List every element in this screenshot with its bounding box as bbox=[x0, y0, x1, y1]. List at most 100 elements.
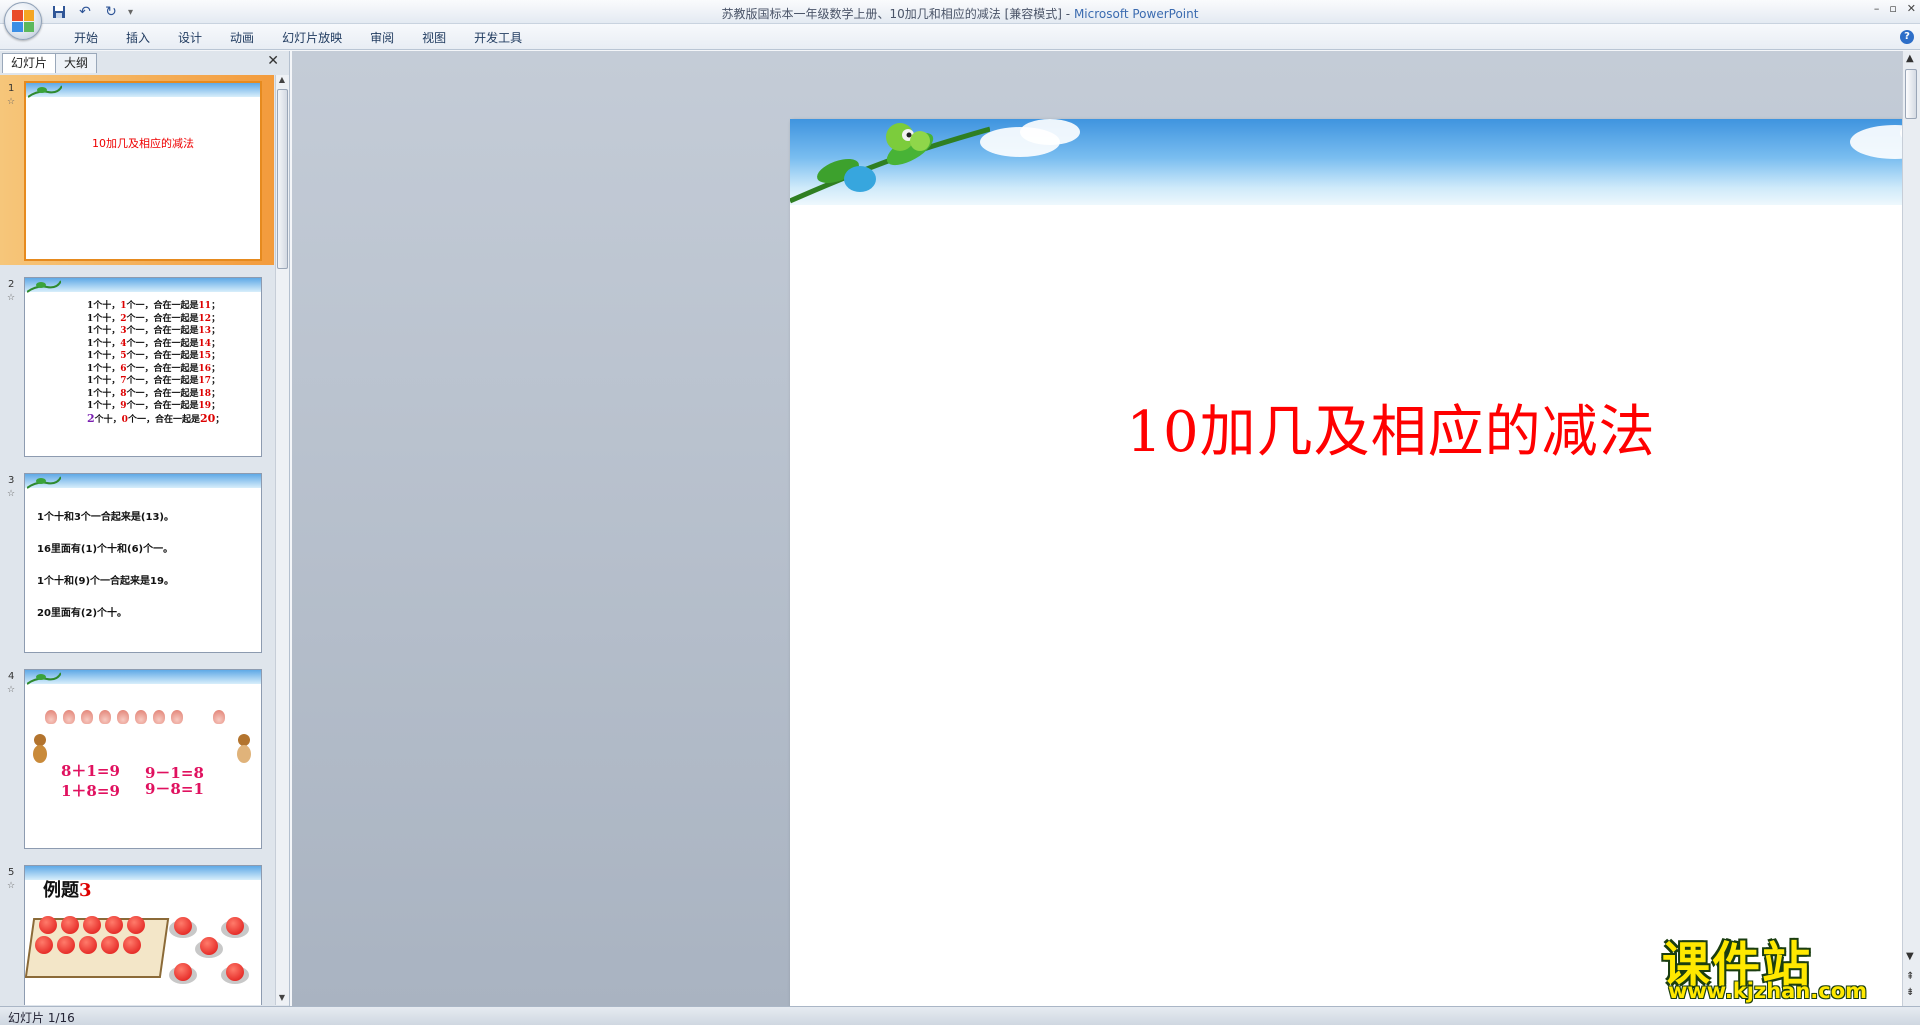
peach-icon bbox=[153, 710, 165, 724]
slide-number: 3 bbox=[8, 475, 15, 486]
tab-developer[interactable]: 开发工具 bbox=[460, 29, 536, 47]
slide-scrollbar[interactable]: ▲ ▼ ⇞ ⇟ bbox=[1902, 51, 1920, 1006]
window-controls: – ▫ ✕ bbox=[1874, 2, 1916, 15]
apple-icon bbox=[226, 963, 244, 981]
slides-pane: 幻灯片 大纲 ✕ 1 ☆ 10加几及相应的减法 2 ☆ 1个十，1个一，合在一起… bbox=[0, 51, 290, 1006]
slide-number: 5 bbox=[8, 867, 15, 878]
animation-star-icon: ☆ bbox=[7, 293, 16, 303]
question-line: 1个十和3个一合起来是(13)。 bbox=[37, 512, 174, 523]
office-button[interactable] bbox=[4, 2, 42, 40]
thumbnail-image: 例题3 bbox=[24, 865, 262, 1005]
close-button[interactable]: ✕ bbox=[1907, 2, 1916, 15]
animation-star-icon: ☆ bbox=[7, 685, 16, 695]
tab-outline[interactable]: 大纲 bbox=[55, 53, 98, 73]
thumbnail-slide-2[interactable]: 2 ☆ 1个十，1个一，合在一起是11； 1个十，2个一，合在一起是12； 1个… bbox=[0, 271, 274, 461]
apple-icon bbox=[83, 916, 101, 934]
peach-icon bbox=[171, 710, 183, 724]
peach-icon bbox=[99, 710, 111, 724]
thumbnail-image: 10加几及相应的减法 bbox=[24, 81, 262, 261]
apple-icon bbox=[105, 916, 123, 934]
previous-slide-icon[interactable]: ⇞ bbox=[1906, 971, 1914, 982]
slide-title[interactable]: 10加几及相应的减法 bbox=[790, 387, 1920, 468]
equation: 1＋8=9 bbox=[61, 782, 120, 800]
counting-lines: 1个十，1个一，合在一起是11； 1个十，2个一，合在一起是12； 1个十，3个… bbox=[87, 300, 224, 426]
thumbnail-slide-3[interactable]: 3 ☆ 1个十和3个一合起来是(13)。 16里面有(1)个十和(6)个一。 1… bbox=[0, 467, 274, 657]
tab-slide-show[interactable]: 幻灯片放映 bbox=[268, 29, 356, 47]
example-title: 例题3 bbox=[43, 880, 92, 901]
scroll-down-icon[interactable]: ▼ bbox=[1906, 951, 1914, 962]
current-slide[interactable]: 10加几及相应的减法 bbox=[790, 119, 1920, 1025]
tab-view[interactable]: 视图 bbox=[408, 29, 460, 47]
scrollbar-thumb[interactable] bbox=[277, 89, 288, 269]
text-line: 1个十，6个一，合在一起是16； bbox=[87, 363, 221, 374]
watermark-url: www.kjzhan.com bbox=[1668, 979, 1868, 1003]
tab-design[interactable]: 设计 bbox=[164, 29, 216, 47]
minimize-button[interactable]: – bbox=[1874, 2, 1880, 15]
title-bar: ↶ ↻ ▾ 苏教版国标本一年级数学上册、10加几和相应的减法 [兼容模式] - … bbox=[0, 0, 1920, 40]
apple-icon bbox=[174, 963, 192, 981]
thumbnail-slide-5[interactable]: 5 ☆ 例题3 bbox=[0, 859, 274, 1005]
scroll-up-icon[interactable]: ▲ bbox=[276, 75, 288, 87]
next-slide-icon[interactable]: ⇟ bbox=[1906, 987, 1914, 998]
close-pane-icon[interactable]: ✕ bbox=[267, 53, 279, 69]
slide-number: 1 bbox=[8, 83, 15, 94]
help-icon[interactable]: ? bbox=[1900, 30, 1914, 44]
tab-insert[interactable]: 插入 bbox=[112, 29, 164, 47]
apple-icon bbox=[123, 936, 141, 954]
site-watermark: 课件站 www.kjzhan.com bbox=[1662, 925, 1892, 1005]
scrollbar-thumb[interactable] bbox=[1905, 69, 1917, 119]
vine-icon bbox=[28, 85, 62, 98]
vine-caterpillar-icon bbox=[790, 123, 990, 204]
apple-icon bbox=[226, 917, 244, 935]
tab-home[interactable]: 开始 bbox=[60, 29, 112, 47]
equation: 9－8=1 bbox=[145, 780, 204, 798]
scroll-down-icon[interactable]: ▼ bbox=[276, 993, 288, 1005]
equation: 8＋1=9 bbox=[61, 762, 120, 780]
apple-icon bbox=[79, 936, 97, 954]
thumbnails-scrollbar[interactable]: ▲ ▼ bbox=[275, 75, 289, 1005]
thumbnail-slide-4[interactable]: 4 ☆ 8＋1=9 1＋8=9 9－1=8 9－8=1 bbox=[0, 663, 274, 853]
thumbnail-slide-1[interactable]: 1 ☆ 10加几及相应的减法 bbox=[0, 75, 274, 265]
thumbnail-image: 8＋1=9 1＋8=9 9－1=8 9－8=1 bbox=[24, 669, 262, 849]
slide-number: 2 bbox=[8, 279, 15, 290]
tab-slides[interactable]: 幻灯片 bbox=[2, 53, 57, 73]
peach-icon bbox=[117, 710, 129, 724]
apple-icon bbox=[61, 916, 79, 934]
vine-icon bbox=[27, 280, 61, 293]
fill-in-questions: 1个十和3个一合起来是(13)。 16里面有(1)个十和(6)个一。 1个十和(… bbox=[37, 508, 174, 636]
vine-icon bbox=[27, 672, 61, 685]
text-line: 1个十，1个一，合在一起是11； bbox=[87, 301, 221, 311]
ribbon: 开始 插入 设计 动画 幻灯片放映 审阅 视图 开发工具 ? bbox=[0, 24, 1920, 50]
peach-icon bbox=[45, 710, 57, 724]
tab-animations[interactable]: 动画 bbox=[216, 29, 268, 47]
apple-icon bbox=[57, 936, 75, 954]
text-line: 1个十，7个一，合在一起是17； bbox=[87, 376, 221, 386]
peach-icon bbox=[81, 710, 93, 724]
animation-star-icon: ☆ bbox=[7, 489, 16, 499]
question-line: 20里面有(2)个十。 bbox=[37, 608, 128, 619]
text-line: 1个十，8个一，合在一起是18； bbox=[87, 388, 221, 399]
cloud-shape bbox=[1020, 119, 1080, 145]
slide-editing-area: 10加几及相应的减法 bbox=[292, 51, 1920, 1025]
scroll-up-icon[interactable]: ▲ bbox=[1906, 53, 1914, 64]
vine-icon bbox=[27, 476, 61, 489]
office-logo-icon bbox=[12, 10, 34, 32]
monkey-icon bbox=[233, 732, 255, 766]
ribbon-tabs: 开始 插入 设计 动画 幻灯片放映 审阅 视图 开发工具 bbox=[60, 29, 536, 47]
apple-icon bbox=[174, 917, 192, 935]
window-title: 苏教版国标本一年级数学上册、10加几和相应的减法 [兼容模式] - Micros… bbox=[0, 5, 1920, 22]
peach-icon bbox=[135, 710, 147, 724]
peach-icon bbox=[213, 710, 225, 724]
animation-star-icon: ☆ bbox=[7, 881, 16, 891]
question-line: 1个十和(9)个一合起来是19。 bbox=[37, 576, 174, 587]
apple-icon bbox=[39, 916, 57, 934]
thumbnail-title: 10加几及相应的减法 bbox=[92, 137, 194, 150]
slide-counter: 幻灯片 1/16 bbox=[8, 1011, 75, 1025]
slide-thumbnails: 1 ☆ 10加几及相应的减法 2 ☆ 1个十，1个一，合在一起是11； 1个十，… bbox=[0, 75, 274, 1005]
document-title: 苏教版国标本一年级数学上册、10加几和相应的减法 [兼容模式] - bbox=[721, 7, 1074, 21]
status-bar: 幻灯片 1/16 bbox=[0, 1006, 1920, 1025]
maximize-button[interactable]: ▫ bbox=[1889, 2, 1896, 15]
tab-review[interactable]: 审阅 bbox=[356, 29, 408, 47]
pane-tabs: 幻灯片 大纲 bbox=[2, 53, 98, 73]
apple-icon bbox=[127, 916, 145, 934]
